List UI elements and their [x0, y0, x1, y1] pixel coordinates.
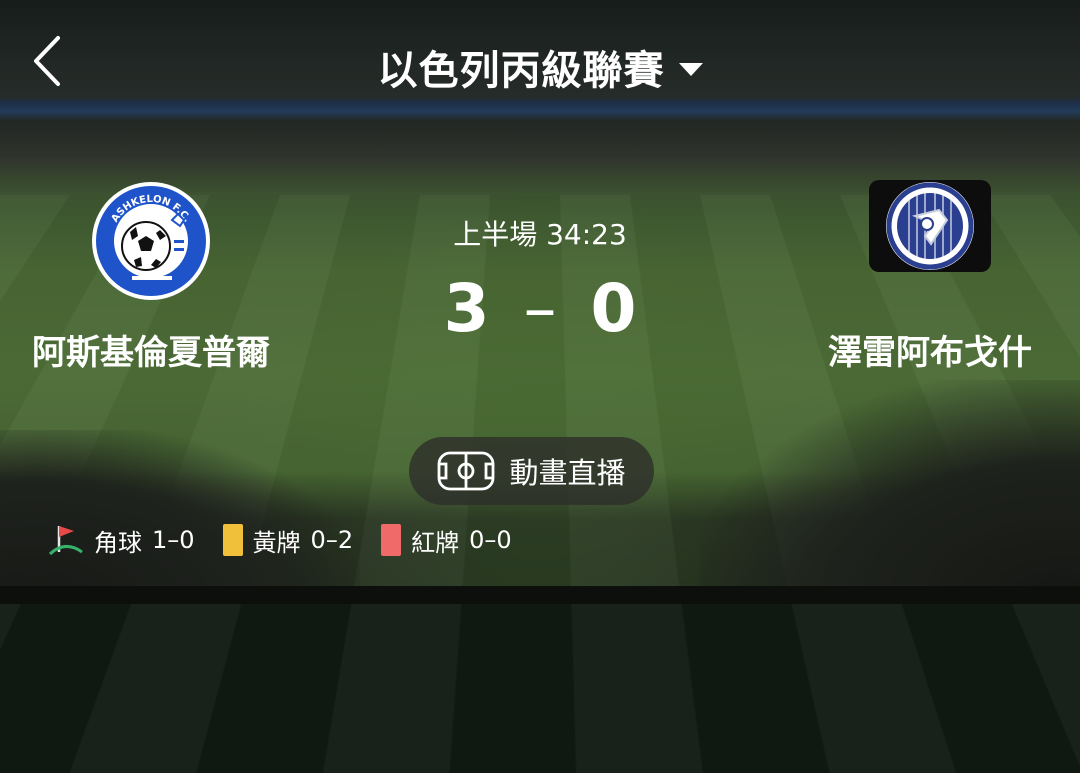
- corner-kicks-value: 1–0: [152, 526, 195, 554]
- away-score: 0: [590, 270, 637, 347]
- league-selector[interactable]: 以色列丙級聯賽: [0, 38, 1080, 96]
- red-card-icon: [381, 524, 402, 556]
- match-stats-bar: 角球 1–0 黃牌 0–2 紅牌 0–0: [48, 522, 540, 558]
- match-period-time: 上半場 34:23: [453, 218, 627, 251]
- animation-live-label: 動畫直播: [509, 456, 626, 490]
- red-cards-label: 紅牌: [411, 528, 460, 557]
- pitch-icon: [438, 451, 495, 491]
- yellow-cards-value: 0–2: [310, 526, 354, 554]
- home-score: 3: [443, 270, 490, 347]
- bottom-bar: [0, 586, 1080, 604]
- score-separator: –: [523, 270, 557, 347]
- red-cards-value: 0–0: [469, 526, 512, 554]
- corner-flag-icon: [48, 526, 83, 556]
- animation-live-button[interactable]: 動畫直播: [409, 437, 654, 505]
- yellow-card-icon: [222, 524, 243, 556]
- corner-kicks-label: 角球: [94, 528, 142, 557]
- corner-kicks-stat: 角球 1–0: [48, 522, 195, 558]
- red-cards-stat: 紅牌 0–0: [381, 523, 512, 558]
- yellow-cards-stat: 黃牌 0–2: [222, 523, 354, 558]
- league-title: 以色列丙級聯賽: [377, 48, 665, 94]
- scoreline: 3 – 0: [0, 270, 1080, 347]
- caret-down-icon: [678, 62, 703, 76]
- yellow-cards-label: 黃牌: [252, 528, 301, 557]
